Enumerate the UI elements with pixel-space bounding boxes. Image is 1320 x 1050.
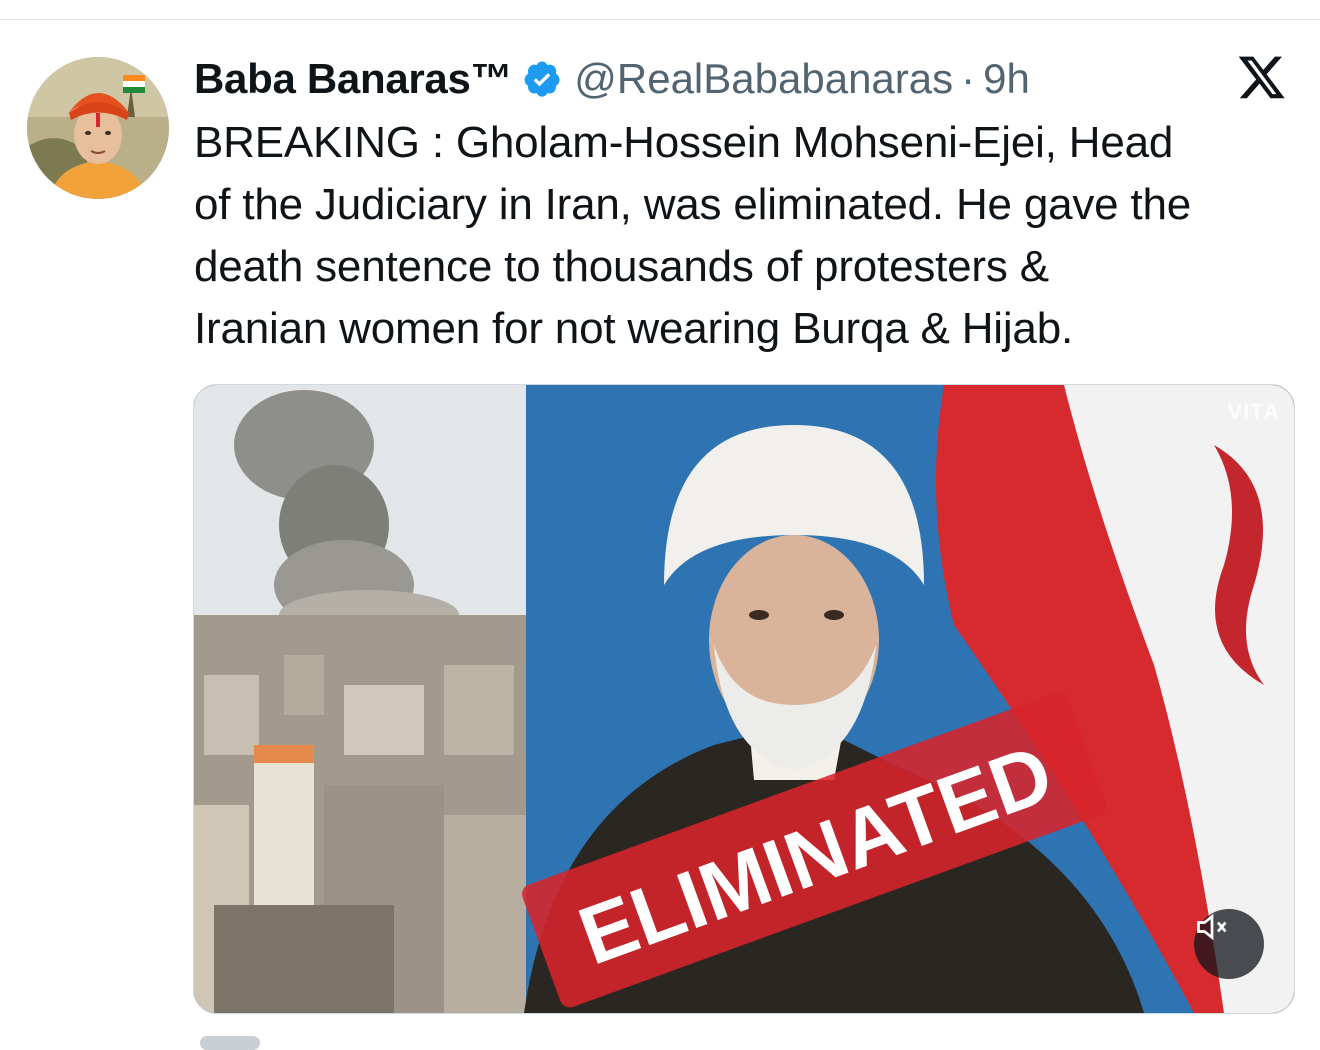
author-name[interactable]: Baba Banaras™ <box>194 55 513 103</box>
watermark: VITA <box>1227 399 1280 424</box>
media-illustration: ELIMINATED <box>194 385 1294 1013</box>
author-handle[interactable]: @RealBababanaras <box>574 55 953 103</box>
tweet-text: BREAKING : Gholam-Hossein Mohseni-Ejei, … <box>194 112 1294 360</box>
verified-badge-icon <box>522 59 562 99</box>
tweet-text-line: BREAKING : Gholam-Hossein Mohseni-Ejei, … <box>194 118 1174 167</box>
action-bar-peek <box>200 1036 260 1050</box>
tweet-text-line: of the Judiciary in Iran, was eliminated… <box>194 180 1192 229</box>
top-divider <box>0 19 1320 20</box>
tweet-media-video[interactable]: ELIMINATED VITA <box>193 384 1295 1014</box>
tweet-text-line: Iranian women for not wearing Burqa & Hi… <box>194 304 1073 353</box>
x-logo-icon <box>1236 52 1288 102</box>
mute-button[interactable] <box>1194 909 1264 979</box>
tweet-timestamp[interactable]: 9h <box>983 55 1030 103</box>
tweet-text-line: death sentence to thousands of protester… <box>194 242 1049 291</box>
avatar[interactable] <box>27 57 169 199</box>
tweet-header: Baba Banaras™ @RealBababanaras · 9h <box>194 52 1030 106</box>
header-separator: · <box>961 55 976 102</box>
